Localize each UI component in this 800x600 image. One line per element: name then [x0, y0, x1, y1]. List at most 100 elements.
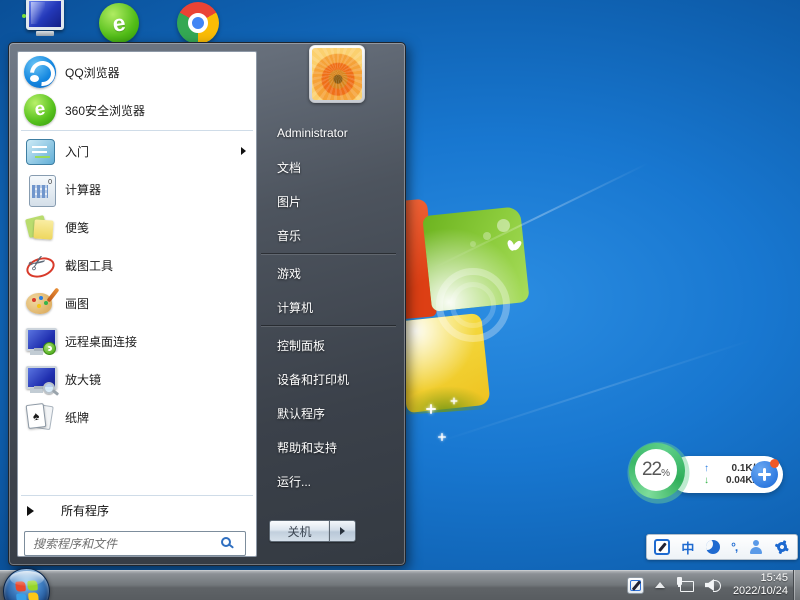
- menu-item-user-name[interactable]: Administrator: [257, 116, 400, 150]
- show-hidden-icons-button[interactable]: [655, 582, 665, 588]
- ime-mode-button[interactable]: 中: [681, 538, 694, 557]
- menu-item-snipping-tool[interactable]: 截图工具: [18, 246, 256, 284]
- power-led: [22, 14, 26, 18]
- calculator-icon: [24, 173, 56, 205]
- all-programs-label: 所有程序: [61, 502, 109, 519]
- wallpaper-ring: [436, 268, 510, 342]
- ime-language-bar: 中 °,: [646, 534, 798, 560]
- tray-clock[interactable]: 15:45 2022/10/24: [733, 572, 788, 598]
- sticky-notes-icon: [24, 211, 56, 243]
- menu-item-devices-printers[interactable]: 设备和打印机: [257, 362, 400, 396]
- menu-item-label: 放大镜: [65, 371, 101, 388]
- submenu-arrow-icon: [241, 147, 246, 155]
- show-desktop-button[interactable]: [793, 570, 800, 600]
- menu-item-label: 纸牌: [65, 409, 89, 426]
- menu-divider: [21, 130, 253, 131]
- getting-started-icon: [24, 135, 56, 167]
- menu-item-label: 360安全浏览器: [65, 102, 145, 119]
- start-menu-left-panel: QQ浏览器 360安全浏览器 入门 计算器 便笺 截图工具: [17, 51, 257, 557]
- all-programs-button[interactable]: 所有程序: [18, 497, 256, 524]
- ime-logo-icon[interactable]: [654, 539, 670, 555]
- volume-icon[interactable]: [705, 578, 722, 592]
- shutdown-options-button[interactable]: [329, 520, 356, 542]
- 360-browser-icon: [24, 94, 56, 126]
- menu-divider: [261, 325, 396, 327]
- ime-user-icon[interactable]: [749, 540, 763, 554]
- download-arrow-icon: ↓: [704, 475, 712, 486]
- ime-punctuation-button[interactable]: °,: [731, 540, 737, 554]
- menu-item-label: 计算器: [65, 181, 101, 198]
- menu-item-solitaire[interactable]: 纸牌: [18, 398, 256, 436]
- ime-fullwidth-moon-icon[interactable]: [706, 540, 720, 554]
- wallpaper-sparkle: [426, 404, 436, 414]
- menu-item-label: QQ浏览器: [65, 64, 120, 81]
- menu-item-calculator[interactable]: 计算器: [18, 170, 256, 208]
- menu-item-magnifier[interactable]: 放大镜: [18, 360, 256, 398]
- menu-item-sticky-notes[interactable]: 便笺: [18, 208, 256, 246]
- avatar-flower-picture: [312, 48, 362, 100]
- wallpaper-butterfly: [508, 240, 522, 254]
- tray-ime-icon[interactable]: [627, 577, 644, 594]
- menu-item-label: 远程桌面连接: [65, 333, 137, 350]
- usage-percent-unit: %: [661, 468, 670, 479]
- desktop-icon-360-browser[interactable]: [99, 3, 139, 43]
- start-menu-right-panel: Administrator 文档 图片 音乐 游戏 计算机 控制面板 设备和打印…: [257, 51, 400, 557]
- usage-percent-value: 22: [642, 459, 661, 481]
- wallpaper-sparkle: [451, 398, 458, 405]
- menu-item-control-panel[interactable]: 控制面板: [257, 328, 400, 362]
- system-tray: 15:45 2022/10/24: [627, 570, 788, 600]
- search-input[interactable]: [24, 531, 246, 556]
- computer-icon: [26, 0, 64, 30]
- all-programs-arrow-icon: [27, 506, 34, 516]
- menu-divider: [21, 495, 253, 496]
- magnifier-icon: [24, 363, 56, 395]
- menu-item-default-programs[interactable]: 默认程序: [257, 396, 400, 430]
- menu-divider: [261, 253, 396, 255]
- shutdown-button[interactable]: 关机: [269, 520, 329, 542]
- paint-icon: [24, 287, 56, 319]
- search-box: [24, 531, 244, 556]
- menu-item-computer[interactable]: 计算机: [257, 290, 400, 324]
- snipping-tool-icon: [24, 249, 56, 281]
- desktop-icon-chrome[interactable]: [177, 2, 219, 44]
- user-avatar[interactable]: [309, 45, 365, 103]
- menu-item-360-browser[interactable]: 360安全浏览器: [18, 91, 256, 129]
- notification-dot: [770, 459, 779, 468]
- menu-item-getting-started[interactable]: 入门: [18, 132, 256, 170]
- menu-item-documents[interactable]: 文档: [257, 150, 400, 184]
- right-panel-list: Administrator 文档 图片 音乐 游戏 计算机 控制面板 设备和打印…: [257, 116, 400, 498]
- menu-item-music[interactable]: 音乐: [257, 218, 400, 252]
- menu-item-label: 便笺: [65, 219, 89, 236]
- windows-logo-icon: [15, 580, 38, 600]
- ball-center: 22 %: [635, 449, 677, 491]
- menu-item-pictures[interactable]: 图片: [257, 184, 400, 218]
- menu-item-label: 截图工具: [65, 257, 113, 274]
- accelerate-button[interactable]: [751, 461, 778, 488]
- solitaire-icon: [24, 401, 56, 433]
- clock-time: 15:45: [733, 572, 788, 585]
- menu-item-paint[interactable]: 画图: [18, 284, 256, 322]
- menu-item-qq-browser[interactable]: QQ浏览器: [18, 53, 256, 91]
- spacer: [18, 436, 256, 494]
- desktop: QQ浏览器 360安全浏览器 入门 计算器 便笺 截图工具: [0, 0, 800, 600]
- shutdown-arrow-icon: [340, 527, 345, 535]
- search-icon: [221, 537, 231, 547]
- monitor-base: [36, 31, 54, 36]
- memory-usage-ball[interactable]: 22 %: [629, 443, 685, 499]
- shutdown-area: 关机: [269, 520, 356, 542]
- wallpaper-grass: [397, 383, 491, 415]
- menu-item-games[interactable]: 游戏: [257, 256, 400, 290]
- clock-date: 2022/10/24: [733, 585, 788, 598]
- menu-item-remote-desktop[interactable]: 远程桌面连接: [18, 322, 256, 360]
- start-menu: QQ浏览器 360安全浏览器 入门 计算器 便笺 截图工具: [8, 42, 406, 566]
- menu-item-help-support[interactable]: 帮助和支持: [257, 430, 400, 464]
- menu-item-run[interactable]: 运行...: [257, 464, 400, 498]
- menu-item-label: 画图: [65, 295, 89, 312]
- remote-desktop-icon: [24, 325, 56, 357]
- menu-item-label: 入门: [65, 143, 89, 160]
- upload-arrow-icon: ↑: [704, 463, 712, 474]
- network-icon[interactable]: [676, 577, 694, 593]
- qq-browser-icon: [24, 56, 56, 88]
- desktop-icon-computer[interactable]: [24, 0, 68, 42]
- ime-settings-gear-icon[interactable]: [772, 537, 793, 558]
